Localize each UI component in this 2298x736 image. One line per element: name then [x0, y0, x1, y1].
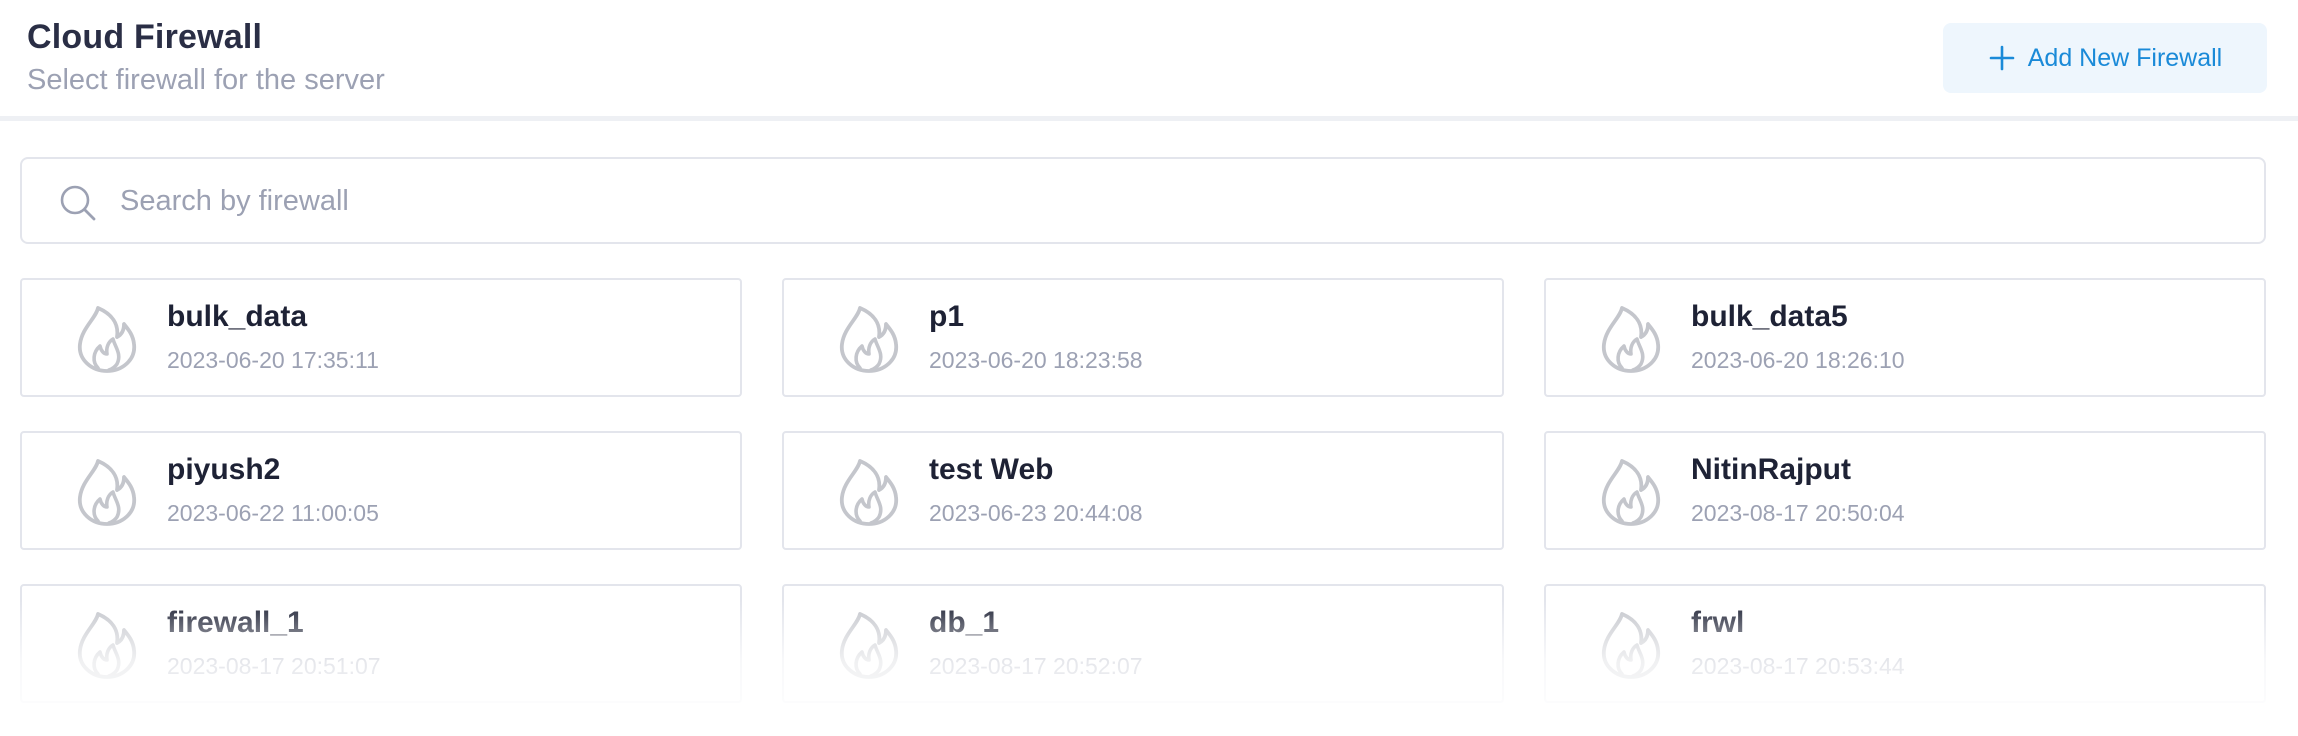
firewall-created-date: 2023-08-17 20:52:07: [929, 653, 1143, 679]
firewall-card[interactable]: db_1 2023-08-17 20:52:07: [782, 584, 1504, 703]
fire-icon: [840, 306, 898, 373]
firewall-name: piyush2: [167, 453, 281, 486]
firewall-created-date: 2023-08-17 20:51:07: [167, 653, 381, 679]
firewall-name: bulk_data5: [1691, 300, 1848, 333]
fire-icon: [78, 459, 136, 526]
firewall-card[interactable]: test Web 2023-06-23 20:44:08: [782, 431, 1504, 550]
fire-icon: [1602, 306, 1660, 373]
fire-icon: [840, 459, 898, 526]
firewall-name: bulk_data: [167, 300, 308, 333]
firewall-created-date: 2023-08-17 20:50:04: [1691, 500, 1905, 526]
firewall-name: db_1: [929, 606, 1000, 639]
firewall-name: test Web: [929, 453, 1054, 486]
fire-icon: [840, 612, 898, 679]
fire-icon: [78, 612, 136, 679]
fire-icon: [1602, 612, 1660, 679]
firewall-card[interactable]: bulk_data 2023-06-20 17:35:11: [20, 278, 742, 397]
firewall-created-date: 2023-06-23 20:44:08: [929, 500, 1143, 526]
firewall-created-date: 2023-08-17 20:53:44: [1691, 653, 1905, 679]
firewall-card[interactable]: firewall_1 2023-08-17 20:51:07: [20, 584, 742, 703]
firewall-created-date: 2023-06-22 11:00:05: [167, 500, 379, 526]
firewall-created-date: 2023-06-20 18:26:10: [1691, 347, 1905, 373]
fire-icon: [78, 306, 136, 373]
firewall-card[interactable]: NitinRajput 2023-08-17 20:50:04: [1544, 431, 2266, 550]
firewall-card[interactable]: bulk_data5 2023-06-20 18:26:10: [1544, 278, 2266, 397]
fire-icon: [1602, 459, 1660, 526]
firewall-name: firewall_1: [167, 606, 304, 639]
firewall-name: frwl: [1691, 606, 1745, 639]
firewall-name: NitinRajput: [1691, 453, 1851, 486]
firewall-grid: bulk_data 2023-06-20 17:35:11 p1 2023-06…: [0, 0, 2298, 736]
firewall-card[interactable]: frwl 2023-08-17 20:53:44: [1544, 584, 2266, 703]
firewall-card[interactable]: piyush2 2023-06-22 11:00:05: [20, 431, 742, 550]
firewall-name: p1: [929, 300, 965, 333]
firewall-created-date: 2023-06-20 18:23:58: [929, 347, 1143, 373]
firewall-created-date: 2023-06-20 17:35:11: [167, 347, 379, 373]
firewall-card[interactable]: p1 2023-06-20 18:23:58: [782, 278, 1504, 397]
